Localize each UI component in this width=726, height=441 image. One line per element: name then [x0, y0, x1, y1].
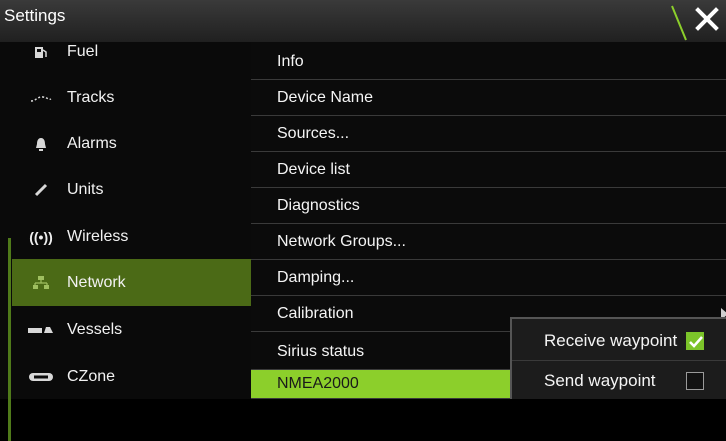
- menu-item-network-groups[interactable]: Network Groups...: [251, 224, 726, 260]
- sidebar-item-tracks[interactable]: Tracks: [12, 74, 251, 121]
- sidebar-item-label: Tracks: [67, 88, 115, 106]
- bell-icon: [26, 132, 56, 156]
- menu-item-damping[interactable]: Damping...: [251, 260, 726, 296]
- menu-item-label: Sources...: [277, 124, 350, 142]
- menu-item-device-name[interactable]: Device Name: [251, 80, 726, 116]
- checkmark-icon: [689, 336, 703, 348]
- menu-item-diagnostics[interactable]: Diagnostics: [251, 188, 726, 224]
- send-waypoint-checkbox[interactable]: [686, 372, 704, 390]
- sidebar-item-wireless[interactable]: ((•)) Wireless: [12, 213, 251, 260]
- menu-item-sources[interactable]: Sources...: [251, 116, 726, 152]
- close-area: [666, 0, 726, 42]
- sidebar-scroll-indicator: [8, 238, 11, 441]
- menu-item-label: Diagnostics: [277, 196, 360, 214]
- sidebar-item-czone[interactable]: CZone: [12, 353, 251, 400]
- menu-item-label: NMEA2000: [277, 375, 359, 392]
- czone-icon: [26, 365, 56, 389]
- menu-item-label: Network Groups...: [277, 232, 406, 250]
- vessels-icon: [26, 318, 56, 342]
- sidebar-item-label: Alarms: [67, 134, 117, 152]
- wireless-icon: ((•)): [29, 228, 53, 245]
- sidebar-item-label: Vessels: [67, 320, 123, 338]
- settings-sidebar: Fuel Tracks Alarms Units ((•)) Wireless …: [0, 42, 251, 441]
- window-title: Settings: [4, 6, 66, 25]
- units-icon: [26, 178, 56, 202]
- network-icon: [26, 271, 56, 295]
- sidebar-item-alarms[interactable]: Alarms: [12, 120, 251, 167]
- menu-item-label: Damping...: [277, 268, 355, 286]
- tracks-icon: [26, 86, 56, 110]
- sidebar-item-label: CZone: [67, 367, 116, 385]
- sidebar-item-network[interactable]: Network: [12, 259, 251, 306]
- nmea2000-popup: Receive waypoint Send waypoint: [510, 317, 726, 399]
- menu-item-device-list[interactable]: Device list: [251, 152, 726, 188]
- menu-item-label: Device Name: [277, 88, 374, 106]
- receive-waypoint-label: Receive waypoint: [544, 331, 678, 350]
- receive-waypoint-row[interactable]: Receive waypoint: [512, 321, 726, 361]
- send-waypoint-label: Send waypoint: [544, 371, 656, 390]
- menu-item-label: Calibration: [277, 304, 354, 322]
- close-icon[interactable]: [694, 6, 720, 32]
- menu-item-label: Info: [277, 52, 304, 70]
- receive-waypoint-checkbox[interactable]: [686, 332, 704, 350]
- fuel-icon: [26, 40, 56, 64]
- sidebar-item-label: Fuel: [67, 42, 99, 60]
- sidebar-item-vessels[interactable]: Vessels: [12, 306, 251, 353]
- sidebar-item-fuel[interactable]: Fuel: [12, 28, 251, 75]
- menu-item-label: Device list: [277, 160, 350, 178]
- sidebar-item-units[interactable]: Units: [12, 166, 251, 213]
- send-waypoint-row[interactable]: Send waypoint: [512, 361, 726, 401]
- sidebar-item-label: Network: [67, 273, 126, 291]
- menu-item-info[interactable]: Info: [251, 44, 726, 80]
- sidebar-item-label: Units: [67, 180, 104, 198]
- menu-item-label: Sirius status: [277, 342, 365, 360]
- sidebar-item-label: Wireless: [67, 227, 129, 245]
